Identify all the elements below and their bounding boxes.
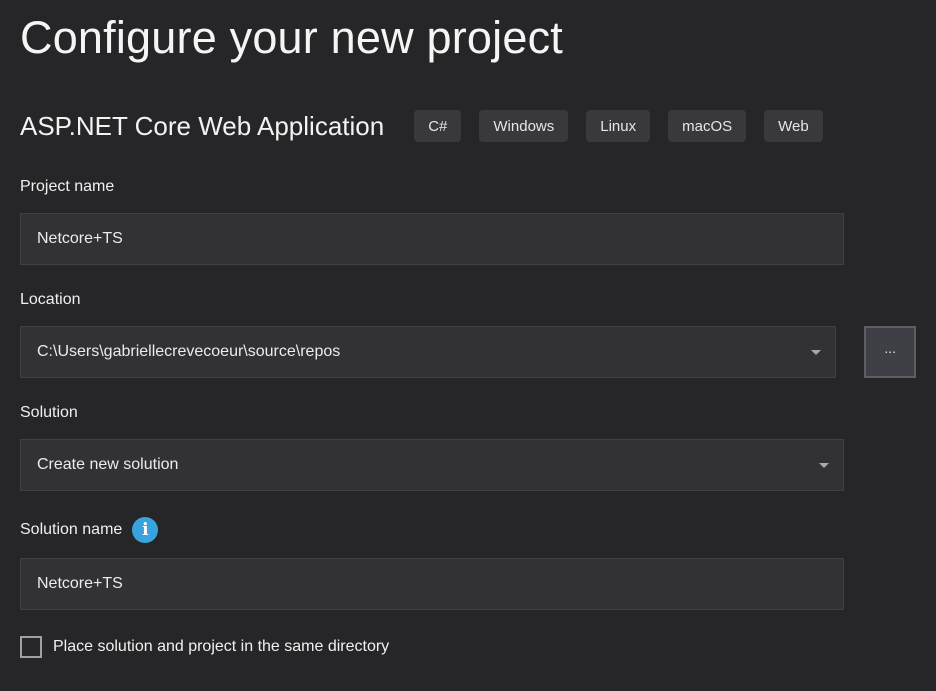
solution-name-group: Solution name i: [20, 517, 916, 610]
location-label: Location: [20, 291, 916, 309]
solution-name-input[interactable]: [20, 558, 844, 610]
chevron-down-icon: [811, 350, 821, 355]
same-directory-option: Place solution and project in the same d…: [20, 636, 916, 658]
page-title: Configure your new project: [20, 10, 916, 66]
chevron-down-icon: [819, 463, 829, 468]
location-value: C:\Users\gabriellecrevecoeur\source\repo…: [37, 343, 340, 361]
template-info-row: ASP.NET Core Web Application C# Windows …: [20, 110, 916, 142]
configure-project-dialog: Configure your new project ASP.NET Core …: [0, 0, 936, 658]
project-name-label: Project name: [20, 178, 916, 196]
tag-macos: macOS: [668, 110, 746, 142]
solution-combobox[interactable]: Create new solution: [20, 439, 844, 491]
browse-button[interactable]: ...: [864, 326, 916, 378]
tag-web: Web: [764, 110, 823, 142]
tag-windows: Windows: [479, 110, 568, 142]
location-combobox[interactable]: C:\Users\gabriellecrevecoeur\source\repo…: [20, 326, 836, 378]
project-name-group: Project name: [20, 178, 916, 265]
solution-value: Create new solution: [37, 456, 178, 474]
info-icon[interactable]: i: [132, 517, 158, 543]
project-name-input[interactable]: [20, 213, 844, 265]
solution-label: Solution: [20, 404, 916, 422]
tag-csharp: C#: [414, 110, 461, 142]
solution-name-label-row: Solution name i: [20, 517, 916, 543]
same-directory-label: Place solution and project in the same d…: [53, 638, 389, 656]
solution-name-label: Solution name: [20, 521, 122, 539]
solution-group: Solution Create new solution: [20, 404, 916, 491]
location-row: C:\Users\gabriellecrevecoeur\source\repo…: [20, 326, 916, 378]
template-name: ASP.NET Core Web Application: [20, 111, 384, 142]
location-group: Location C:\Users\gabriellecrevecoeur\so…: [20, 291, 916, 378]
same-directory-checkbox[interactable]: [20, 636, 42, 658]
tag-linux: Linux: [586, 110, 650, 142]
